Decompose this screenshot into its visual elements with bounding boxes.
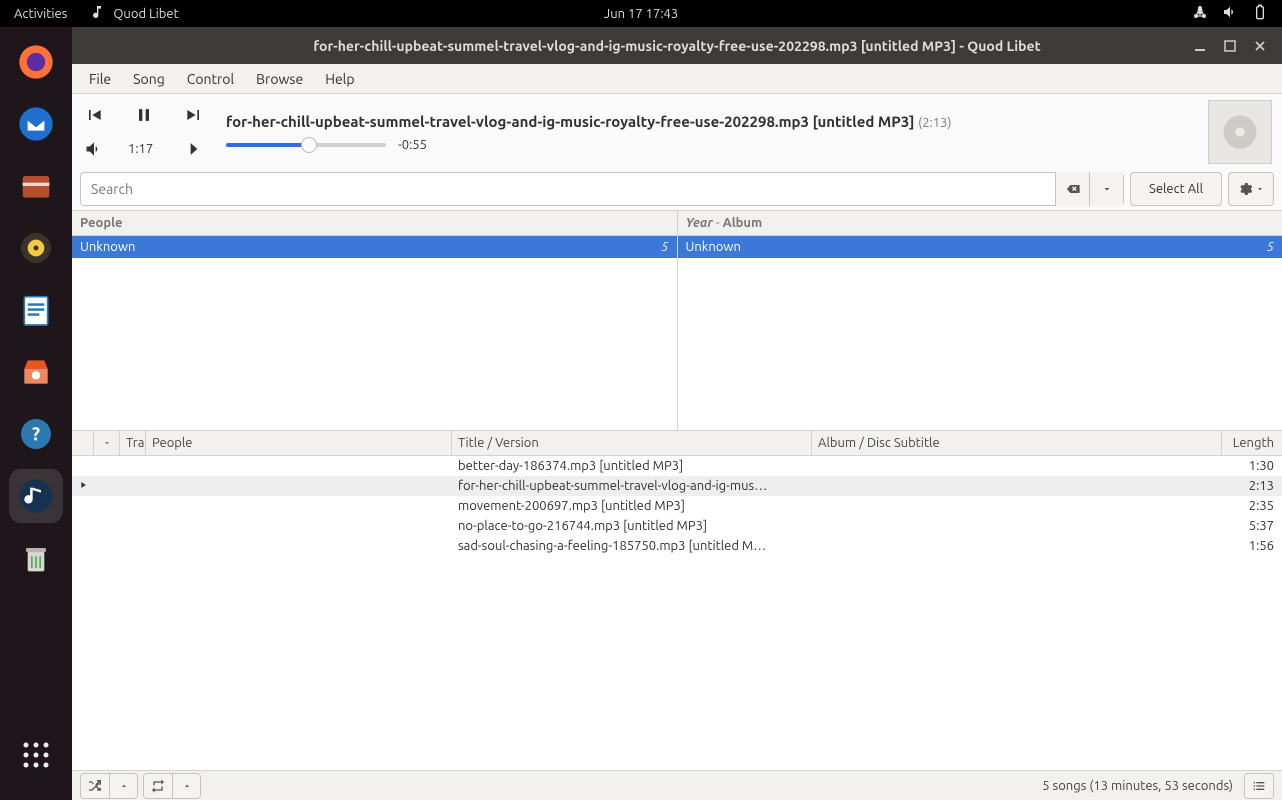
close-button[interactable] — [1252, 38, 1268, 54]
track-title-cell: movement-200697.mp3 [untitled MP3] — [452, 499, 812, 513]
track-length-cell: 1:56 — [1222, 539, 1282, 553]
music-note-icon — [89, 4, 105, 23]
album-pane: Year - Album Unknown 5 — [678, 211, 1282, 430]
tracklist: better-day-186374.mp3 [untitled MP3] 1:30… — [72, 456, 1282, 770]
firefox-launcher[interactable] — [9, 35, 63, 89]
people-row-label: Unknown — [80, 240, 135, 254]
menu-browse[interactable]: Browse — [245, 67, 314, 91]
shuffle-menu-button[interactable] — [109, 774, 137, 798]
track-row[interactable]: movement-200697.mp3 [untitled MP3] 2:35 — [72, 496, 1282, 516]
track-title-cell: sad-soul-chasing-a-feeling-185750.mp3 [u… — [452, 539, 812, 553]
shuffle-button[interactable] — [81, 774, 109, 798]
thunderbird-launcher[interactable] — [9, 97, 63, 151]
track-length-cell: 1:30 — [1222, 459, 1282, 473]
col-length[interactable]: Length — [1222, 431, 1282, 455]
trash-launcher[interactable] — [9, 531, 63, 585]
activities-button[interactable]: Activities — [14, 7, 67, 21]
menubar: File Song Control Browse Help — [72, 64, 1282, 94]
album-art — [1208, 100, 1272, 164]
tracklist-header: Tra People Title / Version Album / Disc … — [72, 430, 1282, 456]
album-pane-row[interactable]: Unknown 5 — [678, 236, 1282, 258]
titlebar: for-her-chill-upbeat-summel-travel-vlog-… — [72, 27, 1282, 64]
search-row: Select All — [72, 168, 1282, 210]
prev-button[interactable] — [78, 101, 110, 129]
people-pane: People Unknown 5 — [72, 211, 678, 430]
track-title-cell: no-place-to-go-216744.mp3 [untitled MP3] — [452, 519, 812, 533]
status-summary: 5 songs (13 minutes, 53 seconds) — [1042, 779, 1233, 793]
track-length-cell: 2:35 — [1222, 499, 1282, 513]
browse-panes: People Unknown 5 Year - Album Unknown 5 — [72, 210, 1282, 430]
album-pane-header[interactable]: Year - Album — [678, 211, 1282, 236]
volume-button[interactable] — [78, 135, 110, 163]
show-apps-button[interactable] — [9, 728, 63, 782]
next-button[interactable] — [178, 101, 210, 129]
libreoffice-writer-launcher[interactable] — [9, 283, 63, 337]
search-input[interactable] — [81, 173, 1055, 205]
col-track[interactable]: Tra — [120, 431, 146, 455]
track-row[interactable]: no-place-to-go-216744.mp3 [untitled MP3]… — [72, 516, 1282, 536]
elapsed-time: 1:17 — [128, 142, 160, 156]
col-sort-indicator[interactable] — [94, 431, 120, 455]
col-people[interactable]: People — [146, 431, 452, 455]
track-row[interactable]: sad-soul-chasing-a-feeling-185750.mp3 [u… — [72, 536, 1282, 556]
album-row-label: Unknown — [686, 240, 741, 254]
clear-search-button[interactable] — [1055, 172, 1089, 206]
svg-text:?: ? — [32, 425, 40, 445]
now-playing-title: for-her-chill-upbeat-summel-travel-vlog-… — [226, 113, 1202, 130]
dock: ? — [0, 27, 72, 800]
track-title-cell: for-her-chill-upbeat-summel-travel-vlog-… — [452, 479, 812, 493]
battery-icon[interactable] — [1252, 4, 1268, 23]
help-launcher[interactable]: ? — [9, 407, 63, 461]
col-indicator[interactable] — [72, 431, 94, 455]
settings-menu-button[interactable] — [1228, 172, 1274, 206]
minimize-button[interactable] — [1192, 38, 1208, 54]
view-list-button[interactable] — [1245, 774, 1273, 798]
people-row-count: 5 — [661, 240, 668, 254]
clock[interactable]: Jun 17 17:43 — [604, 7, 678, 21]
playing-indicator-icon — [72, 479, 94, 493]
track-row[interactable]: better-day-186374.mp3 [untitled MP3] 1:30 — [72, 456, 1282, 476]
gnome-topbar: Activities Quod Libet Jun 17 17:43 — [0, 0, 1282, 27]
quodlibet-window: for-her-chill-upbeat-summel-travel-vlog-… — [72, 27, 1282, 800]
now-playing-duration: (2:13) — [918, 116, 951, 130]
track-length-cell: 2:13 — [1222, 479, 1282, 493]
remaining-time: -0:55 — [398, 138, 427, 152]
seek-slider[interactable] — [226, 143, 386, 147]
files-launcher[interactable] — [9, 159, 63, 213]
menu-song[interactable]: Song — [122, 67, 176, 91]
people-pane-row[interactable]: Unknown 5 — [72, 236, 677, 258]
menu-file[interactable]: File — [78, 67, 122, 91]
col-album[interactable]: Album / Disc Subtitle — [812, 431, 1222, 455]
repeat-button[interactable] — [144, 774, 172, 798]
repeat-menu-button[interactable] — [172, 774, 200, 798]
maximize-button[interactable] — [1222, 38, 1238, 54]
track-length-cell: 5:37 — [1222, 519, 1282, 533]
menu-control[interactable]: Control — [176, 67, 245, 91]
search-dropdown-button[interactable] — [1089, 172, 1123, 206]
select-all-button[interactable]: Select All — [1130, 172, 1222, 206]
statusbar: 5 songs (13 minutes, 53 seconds) — [72, 770, 1282, 800]
pause-button[interactable] — [128, 101, 160, 129]
track-row[interactable]: for-her-chill-upbeat-summel-travel-vlog-… — [72, 476, 1282, 496]
seek-forward-icon[interactable] — [178, 135, 210, 163]
track-title-cell: better-day-186374.mp3 [untitled MP3] — [452, 459, 812, 473]
player-area: 1:17 for-her-chill-upbeat-summel-travel-… — [72, 94, 1282, 168]
app-menu[interactable]: Quod Libet — [89, 4, 178, 23]
app-menu-label: Quod Libet — [113, 7, 178, 21]
menu-help[interactable]: Help — [314, 67, 365, 91]
search-wrap — [80, 172, 1124, 206]
album-row-count: 5 — [1267, 240, 1274, 254]
network-icon[interactable] — [1192, 4, 1208, 23]
software-launcher[interactable] — [9, 345, 63, 399]
col-title[interactable]: Title / Version — [452, 431, 812, 455]
window-title: for-her-chill-upbeat-summel-travel-vlog-… — [313, 38, 1040, 54]
quodlibet-launcher[interactable] — [9, 469, 63, 523]
people-pane-header[interactable]: People — [72, 211, 677, 236]
rhythmbox-launcher[interactable] — [9, 221, 63, 275]
volume-icon[interactable] — [1222, 4, 1238, 23]
